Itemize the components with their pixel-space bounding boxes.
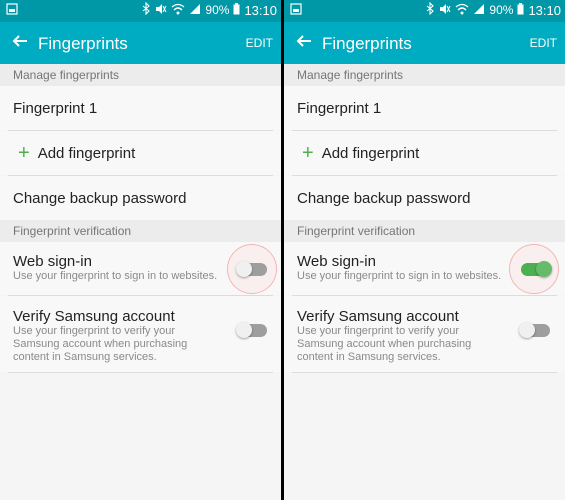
verify-samsung-account-toggle[interactable] <box>236 322 267 338</box>
toggle-knob <box>536 261 552 277</box>
change-backup-password-item[interactable]: Change backup password <box>284 176 565 220</box>
verify-samsung-account-item[interactable]: Verify Samsung account Use your fingerpr… <box>284 296 565 372</box>
edit-button[interactable]: EDIT <box>246 36 273 50</box>
arrow-left-icon <box>12 32 28 54</box>
mute-icon <box>155 3 167 18</box>
page-title: Fingerprints <box>38 34 128 53</box>
add-fingerprint-label: Add fingerprint <box>37 144 136 162</box>
battery-icon <box>517 2 524 18</box>
toggle-knob <box>236 261 252 277</box>
web-sign-in-subtitle: Use your fingerprint to sign in to websi… <box>13 270 218 282</box>
back-button[interactable] <box>8 31 32 55</box>
edit-button[interactable]: EDIT <box>530 36 557 50</box>
verify-samsung-account-subtitle: Use your fingerprint to verify your Sams… <box>297 325 472 363</box>
fingerprint-1-label: Fingerprint 1 <box>297 99 382 117</box>
wifi-icon <box>171 3 185 18</box>
toggle-knob <box>519 322 535 338</box>
image-notification-icon <box>6 3 18 18</box>
divider <box>8 372 273 373</box>
change-backup-password-label: Change backup password <box>13 189 187 207</box>
fingerprint-verification-header: Fingerprint verification <box>0 220 281 242</box>
manage-fingerprints-header: Manage fingerprints <box>284 64 565 86</box>
toggle-knob <box>236 322 252 338</box>
battery-percent: 90% <box>489 3 514 17</box>
add-fingerprint-item[interactable]: + Add fingerprint <box>0 131 281 175</box>
signal-icon <box>189 3 201 18</box>
web-sign-in-item[interactable]: Web sign-in Use your fingerprint to sign… <box>284 242 565 295</box>
page-title: Fingerprints <box>322 34 412 53</box>
verify-samsung-account-title: Verify Samsung account <box>13 308 175 325</box>
clock: 13:10 <box>528 2 561 18</box>
add-fingerprint-item[interactable]: + Add fingerprint <box>284 131 565 175</box>
bluetooth-icon <box>426 1 435 18</box>
verify-samsung-account-item[interactable]: Verify Samsung account Use your fingerpr… <box>0 296 281 372</box>
screen-left: 90% 13:10 Fingerprints EDIT Manage finge… <box>0 0 281 500</box>
signal-icon <box>473 3 485 18</box>
change-backup-password-label: Change backup password <box>297 189 471 207</box>
verify-samsung-account-toggle[interactable] <box>519 322 550 338</box>
web-sign-in-toggle[interactable] <box>236 261 267 277</box>
fingerprint-1-item[interactable]: Fingerprint 1 <box>284 86 565 130</box>
verify-samsung-account-title: Verify Samsung account <box>297 308 459 325</box>
change-backup-password-item[interactable]: Change backup password <box>0 176 281 220</box>
app-bar: Fingerprints EDIT <box>0 22 281 64</box>
verify-samsung-account-subtitle: Use your fingerprint to verify your Sams… <box>13 325 188 363</box>
web-sign-in-toggle[interactable] <box>521 261 552 277</box>
web-sign-in-item[interactable]: Web sign-in Use your fingerprint to sign… <box>0 242 281 295</box>
back-button[interactable] <box>292 31 316 55</box>
bluetooth-icon <box>142 1 151 18</box>
plus-icon: + <box>18 142 30 164</box>
fingerprint-1-label: Fingerprint 1 <box>13 99 98 117</box>
battery-icon <box>233 2 240 18</box>
plus-icon: + <box>302 142 314 164</box>
battery-percent: 90% <box>205 3 230 17</box>
screen-right: 90% 13:10 Fingerprints EDIT Manage finge… <box>284 0 565 500</box>
clock: 13:10 <box>244 2 277 18</box>
wifi-icon <box>455 3 469 18</box>
status-bar: 90% 13:10 <box>284 0 565 22</box>
divider <box>292 372 557 373</box>
web-sign-in-subtitle: Use your fingerprint to sign in to websi… <box>297 270 502 282</box>
arrow-left-icon <box>296 32 312 54</box>
fingerprint-1-item[interactable]: Fingerprint 1 <box>0 86 281 130</box>
app-bar: Fingerprints EDIT <box>284 22 565 64</box>
mute-icon <box>439 3 451 18</box>
web-sign-in-title: Web sign-in <box>13 253 92 270</box>
status-bar: 90% 13:10 <box>0 0 281 22</box>
manage-fingerprints-header: Manage fingerprints <box>0 64 281 86</box>
add-fingerprint-label: Add fingerprint <box>321 144 420 162</box>
image-notification-icon <box>290 3 302 18</box>
web-sign-in-title: Web sign-in <box>297 253 376 270</box>
fingerprint-verification-header: Fingerprint verification <box>284 220 565 242</box>
